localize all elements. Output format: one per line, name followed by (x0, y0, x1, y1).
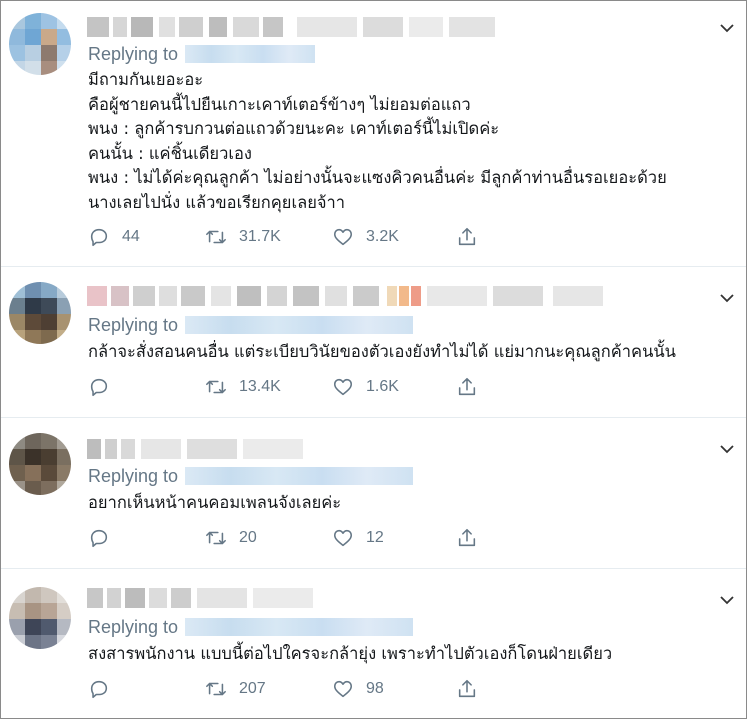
tweet-text-line: คือผู้ชายคนนี้ไปยืนเกาะเคาท์เตอร์ข้างๆ ไ… (88, 94, 471, 114)
tweet[interactable]: Replying to มีถามกันเยอะอะ คือผู้ชายคนนี… (1, 1, 746, 267)
like-count: 98 (366, 680, 384, 697)
share-icon (458, 227, 476, 246)
like-button[interactable]: 12 (332, 525, 384, 551)
reply-count: 44 (122, 228, 140, 245)
avatar[interactable] (9, 282, 71, 344)
tweet-text-line: คนนั้น : แค่ชิ้นเดียวเอง (88, 143, 252, 163)
tweet-text-line: พนง : ลูกค้ารบกวนต่อแถวด้วยนะคะ เคาท์เตอ… (88, 119, 500, 138)
like-button[interactable]: 98 (332, 676, 384, 702)
like-button[interactable]: 1.6K (332, 374, 399, 400)
replying-to: Replying to (88, 43, 316, 65)
retweet-count: 13.4K (239, 378, 281, 395)
share-button[interactable] (456, 525, 478, 551)
retweet-button[interactable]: 207 (205, 676, 266, 702)
like-icon (333, 228, 353, 246)
tweet-text-line: พนง : ไม่ได้ค่ะคุณลูกค้า ไม่อย่างนั้นจะแ… (88, 168, 667, 187)
replying-to-label: Replying to (88, 617, 179, 637)
like-icon (333, 680, 353, 698)
like-count: 3.2K (366, 228, 399, 245)
tweet-text: มีถามกันเยอะอะ คือผู้ชายคนนี้ไปยืนเกาะเค… (88, 68, 734, 215)
like-icon (333, 529, 353, 547)
reply-icon (90, 680, 108, 699)
share-icon (458, 528, 476, 547)
share-button[interactable] (456, 224, 478, 250)
tweet[interactable]: Replying to กล้าจะสั่งสอนคนอื่น แต่ระเบี… (1, 267, 746, 418)
tweet[interactable]: Replying to อยากเห็นหน้าคนคอมเพลนจังเลยค… (1, 418, 746, 569)
tweet-text: กล้าจะสั่งสอนคนอื่น แต่ระเบียบวินัยของตั… (88, 340, 734, 365)
like-count: 1.6K (366, 378, 399, 395)
share-button[interactable] (456, 676, 478, 702)
retweet-button[interactable]: 31.7K (205, 224, 281, 250)
tweet-text-line: กล้าจะสั่งสอนคนอื่น แต่ระเบียบวินัยของตั… (88, 342, 676, 361)
tweet-actions: 20 12 (88, 525, 488, 551)
reply-icon (90, 529, 108, 548)
like-icon (333, 378, 353, 396)
reply-button[interactable] (88, 374, 110, 400)
author-name-blurred[interactable] (87, 17, 497, 37)
retweet-icon (206, 531, 226, 545)
tweet-actions: 44 31.7K 3.2K (88, 224, 488, 250)
retweet-count: 31.7K (239, 228, 281, 245)
reply-icon (90, 378, 108, 397)
replying-to-handle-blurred[interactable] (185, 618, 414, 636)
chevron-down-icon[interactable] (720, 291, 734, 305)
chevron-down-icon[interactable] (720, 21, 734, 35)
replying-to-label: Replying to (88, 466, 179, 486)
tweet-text-line: นางเลยไปนั่ง แล้วขอเรียกคุยเลยจ้าา (88, 192, 346, 212)
share-button[interactable] (456, 374, 478, 400)
replying-to-label: Replying to (88, 315, 179, 335)
reply-button[interactable]: 44 (88, 224, 140, 250)
replying-to-handle-blurred[interactable] (185, 45, 316, 63)
tweet-actions: 207 98 (88, 676, 488, 702)
replying-to-handle-blurred[interactable] (185, 467, 414, 485)
replying-to: Replying to (88, 465, 414, 487)
like-count: 12 (366, 529, 384, 546)
chevron-down-icon[interactable] (720, 442, 734, 456)
like-button[interactable]: 3.2K (332, 224, 399, 250)
reply-icon (90, 228, 108, 247)
reply-button[interactable] (88, 676, 110, 702)
replying-to: Replying to (88, 314, 414, 336)
tweet-text: สงสารพนักงาน แบบนี้ต่อไปใครจะกล้ายุ่ง เพ… (88, 642, 734, 667)
retweet-button[interactable]: 20 (205, 525, 257, 551)
avatar[interactable] (9, 587, 71, 649)
tweet-text: อยากเห็นหน้าคนคอมเพลนจังเลยค่ะ (88, 491, 734, 516)
reply-button[interactable] (88, 525, 110, 551)
retweet-icon (206, 230, 226, 244)
replying-to-label: Replying to (88, 44, 179, 64)
retweet-button[interactable]: 13.4K (205, 374, 281, 400)
avatar[interactable] (9, 13, 71, 75)
retweet-count: 20 (239, 529, 257, 546)
tweet-text-line: สงสารพนักงาน แบบนี้ต่อไปใครจะกล้ายุ่ง เพ… (88, 644, 613, 663)
retweet-count: 207 (239, 680, 266, 697)
replying-to-handle-blurred[interactable] (185, 316, 414, 334)
chevron-down-icon[interactable] (720, 593, 734, 607)
share-icon (458, 679, 476, 698)
share-icon (458, 377, 476, 396)
author-name-blurred[interactable] (87, 588, 317, 608)
tweet-text-line: มีถามกันเยอะอะ (88, 70, 204, 89)
replying-to: Replying to (88, 616, 414, 638)
tweet-text-line: อยากเห็นหน้าคนคอมเพลนจังเลยค่ะ (88, 493, 342, 512)
author-name-blurred[interactable] (87, 286, 607, 306)
author-name-blurred[interactable] (87, 439, 307, 459)
tweet[interactable]: Replying to สงสารพนักงาน แบบนี้ต่อไปใครจ… (1, 569, 746, 717)
avatar[interactable] (9, 433, 71, 495)
retweet-icon (206, 380, 226, 394)
tweet-actions: 13.4K 1.6K (88, 374, 488, 400)
retweet-icon (206, 682, 226, 696)
